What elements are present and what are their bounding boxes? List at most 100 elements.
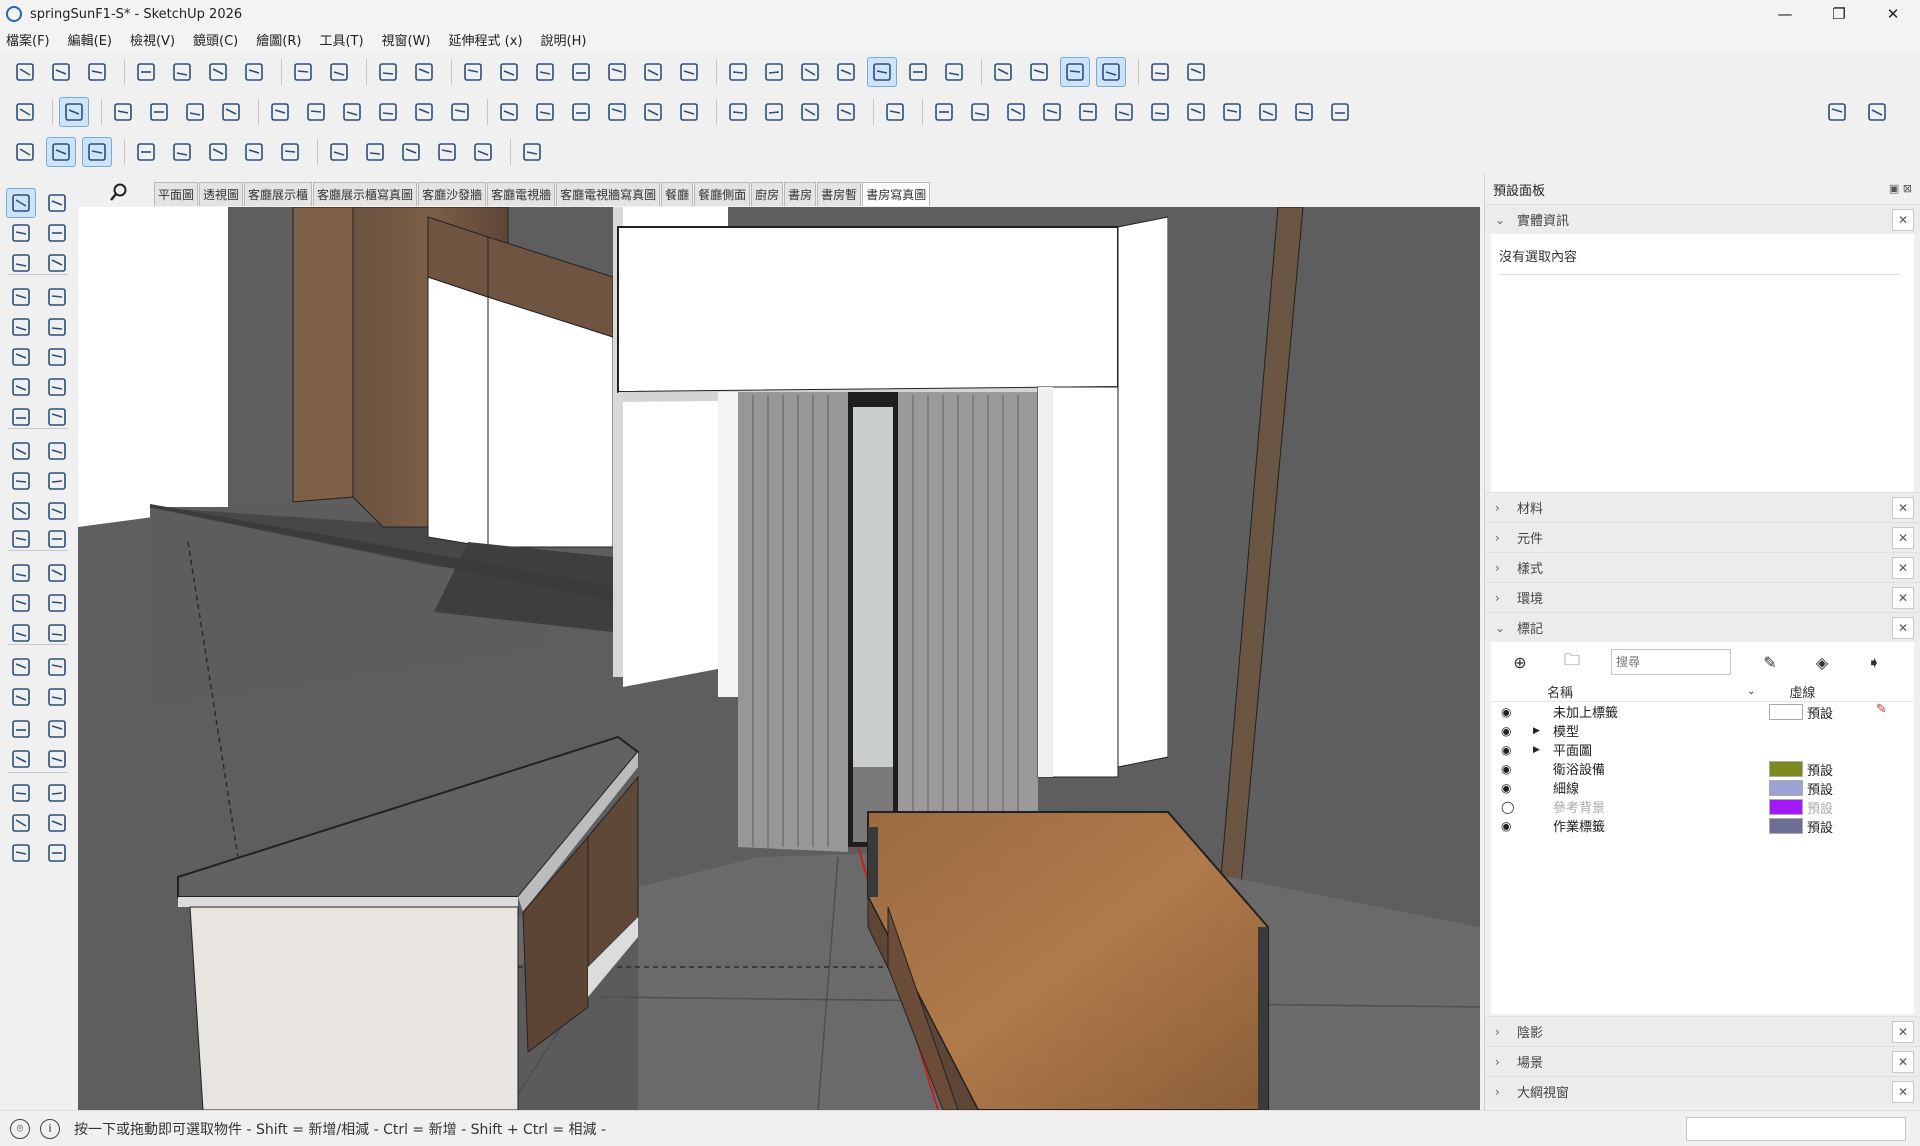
- outliner-icon[interactable]: [360, 137, 390, 167]
- section-fill-icon[interactable]: [1060, 57, 1090, 87]
- tape-measure-icon[interactable]: [530, 97, 560, 127]
- geo-location-icon[interactable]: ⌾: [10, 1118, 30, 1139]
- sandbox-tool-icon[interactable]: [6, 808, 36, 838]
- front-view-icon[interactable]: [530, 57, 560, 87]
- scene-tab[interactable]: 廚房: [751, 182, 784, 206]
- eye-icon[interactable]: ◉: [1501, 819, 1521, 833]
- zoom-icon[interactable]: [10, 97, 40, 127]
- pan-tool-icon[interactable]: [42, 652, 72, 682]
- redo-icon[interactable]: [324, 57, 354, 87]
- text-tool-icon[interactable]: [42, 588, 72, 618]
- add-tag-icon[interactable]: ⊕: [1507, 649, 1533, 675]
- tag-row[interactable]: ◉ 作業標籤 預設: [1491, 816, 1914, 836]
- scale-icon[interactable]: [409, 97, 439, 127]
- close-icon[interactable]: ✕: [1892, 557, 1914, 579]
- expand-triangle-icon[interactable]: ▶: [1533, 726, 1545, 736]
- backedges-icon[interactable]: [759, 57, 789, 87]
- shaded-icon[interactable]: [867, 57, 897, 87]
- menu-edit[interactable]: 編輯(E): [68, 30, 112, 49]
- eye-icon[interactable]: ◉: [1501, 781, 1521, 795]
- orbit-icon[interactable]: [566, 97, 596, 127]
- select-icon[interactable]: [59, 97, 89, 127]
- checker-icon[interactable]: [239, 137, 269, 167]
- zoom-window-icon[interactable]: [638, 97, 668, 127]
- close-icon[interactable]: ✕: [1892, 1081, 1914, 1103]
- tag-paint-icon[interactable]: ✎: [1757, 649, 1783, 675]
- close-icon[interactable]: ✕: [1892, 587, 1914, 609]
- tag-row[interactable]: ◉ ▶ 平面圖: [1491, 740, 1914, 760]
- left-view-icon[interactable]: [638, 57, 668, 87]
- ai-sparkle-icon[interactable]: [517, 137, 547, 167]
- extension-4-icon[interactable]: [1037, 97, 1067, 127]
- sort-chevron-icon[interactable]: ⌄: [1747, 686, 1755, 697]
- pie-tool-icon[interactable]: [42, 372, 72, 402]
- scene-tab[interactable]: 平面圖: [154, 182, 199, 206]
- dimension-tool-icon[interactable]: [42, 558, 72, 588]
- save-icon[interactable]: [82, 57, 112, 87]
- eye-icon[interactable]: ◉: [1501, 762, 1521, 776]
- library-icon[interactable]: [203, 137, 233, 167]
- tray-section[interactable]: › 材料 ✕: [1485, 492, 1920, 522]
- zoom-tool-icon[interactable]: [6, 682, 36, 712]
- rectangle-tool-icon[interactable]: [6, 312, 36, 342]
- tag-row[interactable]: ◉ 細線 預設: [1491, 778, 1914, 798]
- scene-tab[interactable]: 餐廳: [661, 182, 694, 206]
- tray-section[interactable]: › 元件 ✕: [1485, 522, 1920, 552]
- outliner-tool-icon[interactable]: [42, 838, 72, 868]
- tag-dash-value[interactable]: 預設: [1807, 779, 1833, 798]
- trimble-connect-icon[interactable]: [46, 137, 76, 167]
- entity-info-section[interactable]: ⌄ 實體資訊 ✕: [1485, 204, 1920, 234]
- eye-icon[interactable]: ◉: [1501, 743, 1521, 757]
- bottom-view-icon[interactable]: [674, 57, 704, 87]
- tray-section[interactable]: › 環境 ✕: [1485, 582, 1920, 612]
- component-icon[interactable]: [6, 248, 36, 278]
- scene-tab[interactable]: 餐廳側面: [694, 182, 751, 206]
- tag-dash-value[interactable]: 預設: [1807, 817, 1833, 836]
- extension-10-icon[interactable]: [1253, 97, 1283, 127]
- lasso-select-icon[interactable]: [42, 188, 72, 218]
- section-plane-icon[interactable]: [988, 57, 1018, 87]
- measurements-box[interactable]: [1686, 1117, 1906, 1141]
- tag-color-swatch[interactable]: [1769, 704, 1803, 720]
- walk-tool-icon[interactable]: [42, 744, 72, 774]
- pencil-line-icon[interactable]: [144, 97, 174, 127]
- tag-dash-value[interactable]: 預設: [1807, 760, 1833, 779]
- tag-tool-icon[interactable]: ◈: [1809, 649, 1835, 675]
- pan-icon[interactable]: [602, 97, 632, 127]
- user-icon[interactable]: [468, 137, 498, 167]
- new-doc-icon[interactable]: [1822, 97, 1852, 127]
- rotate-tool-icon[interactable]: [6, 466, 36, 496]
- arc-tool-icon[interactable]: [6, 372, 36, 402]
- back-view-icon[interactable]: [602, 57, 632, 87]
- tag-eraser-icon[interactable]: [42, 248, 72, 278]
- tags-section[interactable]: ⌄ 標記 ✕: [1485, 612, 1920, 642]
- solid-tools-icon[interactable]: [759, 97, 789, 127]
- menu-file[interactable]: 檔案(F): [6, 30, 50, 49]
- top-view-icon[interactable]: [494, 57, 524, 87]
- add-tag-folder-icon[interactable]: 🗀: [1559, 649, 1585, 675]
- extension-3-icon[interactable]: [1001, 97, 1031, 127]
- extension-manager-icon[interactable]: [10, 137, 40, 167]
- menu-extensions[interactable]: 延伸程式 (x): [449, 30, 523, 49]
- previous-view-icon[interactable]: [42, 714, 72, 744]
- select-tool-icon[interactable]: [6, 188, 36, 218]
- polygon-tool-icon[interactable]: [42, 342, 72, 372]
- shaded-textures-icon[interactable]: [903, 57, 933, 87]
- close-icon[interactable]: ✕: [1892, 1021, 1914, 1043]
- axes-tool-icon[interactable]: [6, 524, 36, 554]
- layers-tool-icon[interactable]: [6, 838, 36, 868]
- eraser-icon[interactable]: [108, 97, 138, 127]
- follow-me-icon[interactable]: [301, 97, 331, 127]
- tag-color-swatch[interactable]: [1769, 818, 1803, 834]
- delete-icon[interactable]: [239, 57, 269, 87]
- undo-icon[interactable]: [288, 57, 318, 87]
- zoom-extents-icon[interactable]: [674, 97, 704, 127]
- eye-icon[interactable]: ◉: [1501, 724, 1521, 738]
- tray-pin-icon[interactable]: ▣ ⊠: [1889, 182, 1912, 195]
- rotate-icon[interactable]: [373, 97, 403, 127]
- menu-window[interactable]: 視窗(W): [382, 30, 431, 49]
- scene-tab[interactable]: 書房寫真圖: [862, 182, 931, 206]
- scene-tab[interactable]: 書房: [784, 182, 817, 206]
- model-info-icon[interactable]: [409, 57, 439, 87]
- close-icon[interactable]: ✕: [1892, 1051, 1914, 1073]
